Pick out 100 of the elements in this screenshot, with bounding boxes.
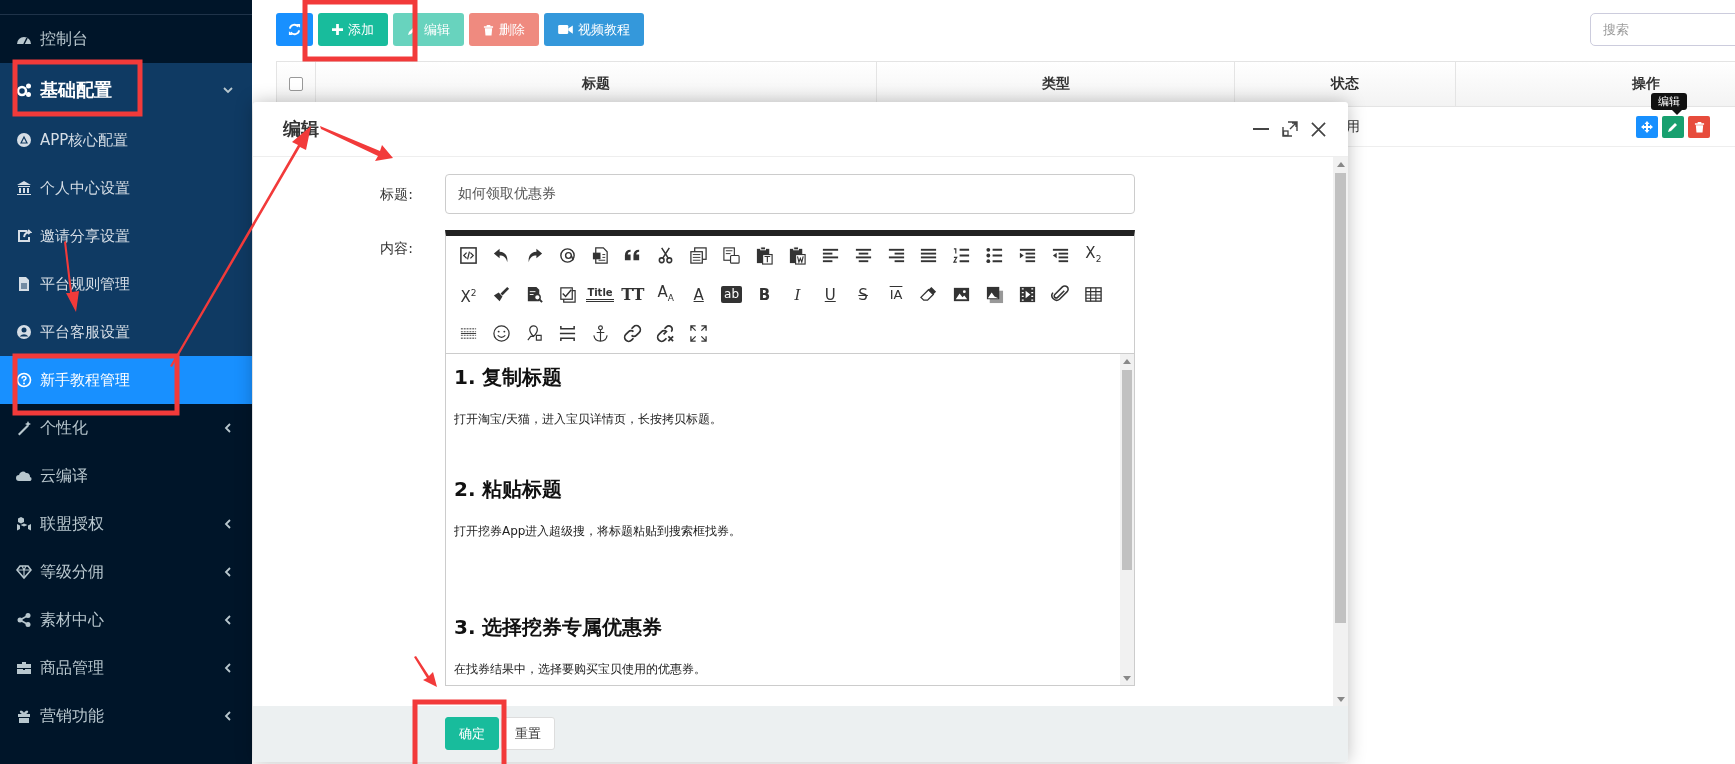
images-icon[interactable] [985,285,1005,304]
film-icon[interactable] [1018,285,1038,304]
select-all-checkbox[interactable] [289,77,303,91]
trash-icon [483,23,494,36]
sidebar-group[interactable]: 联盟授权 [0,500,252,548]
briefcase-icon [16,660,32,676]
outdent-icon[interactable] [1050,246,1070,265]
dialog-scrollbar[interactable] [1333,157,1348,706]
maximize-icon[interactable] [1282,121,1298,137]
format-tool[interactable]: U [823,284,837,305]
align-center-icon[interactable] [853,246,873,265]
format-tool[interactable]: X$_{2}$ [1084,242,1103,269]
align-left-icon[interactable] [820,246,840,265]
edit-button[interactable] [1662,115,1684,138]
chevron-left-icon [222,422,234,434]
reset-button[interactable]: 重置 [501,717,555,750]
image-icon[interactable] [952,285,972,304]
cubes-icon [16,516,32,532]
video-camera-icon [558,24,573,35]
numbered-list-icon[interactable] [952,246,972,265]
refresh-icon [288,23,301,36]
eraser-icon[interactable] [919,285,939,304]
chevron-left-icon [222,566,234,578]
format-tool[interactable]: ab [721,286,743,303]
content-paragraph: 打开淘宝/天猫，进入宝贝详情页，长按拷贝标题。 [454,411,724,428]
annotation-arrow [414,656,437,687]
code-view-icon[interactable] [458,246,478,265]
diamond-icon [16,564,32,580]
column-header[interactable]: 类型 [1041,75,1070,93]
word-document-icon[interactable] [590,246,610,265]
sidebar-item[interactable]: 个人中心设置 [0,164,252,212]
indent-icon[interactable] [1018,246,1038,265]
chevron-left-icon [222,662,234,674]
editor-scrollbar[interactable] [1120,354,1134,685]
content-paragraph: 打开挖券App进入超级搜，将标题粘贴到搜索框找券。 [454,523,743,540]
format-tool[interactable]: I [793,284,802,305]
format-tool[interactable]: S [857,284,869,305]
share-nodes-icon [16,612,32,628]
scroll-up-icon[interactable] [1123,358,1131,364]
sidebar-group[interactable]: 等级分佣 [0,548,252,596]
scroll-up-icon[interactable] [1336,161,1345,167]
link-icon[interactable] [623,324,643,343]
format-tool[interactable]: B [757,284,772,305]
at-sign-icon[interactable] [557,246,577,265]
sidebar-item[interactable]: 控制台 [0,15,252,63]
field-label: 标题: [379,185,413,204]
search-field[interactable]: 搜索 [1590,13,1735,46]
paste-icon[interactable] [722,246,742,265]
share-square-icon [16,228,32,244]
bullet-list-icon[interactable] [985,246,1005,265]
title-field[interactable]: 如何领取优惠券 [445,174,1135,214]
gift-icon [16,708,32,724]
sidebar-group[interactable]: 营销功能 [0,692,252,740]
sidebar-item[interactable]: 平台规则管理 [0,260,252,308]
checkbox-icon[interactable] [557,285,577,304]
format-tool[interactable]: IA [888,284,904,305]
format-tool[interactable]: TT [620,284,646,305]
unlink-icon[interactable] [656,324,676,343]
scroll-down-icon[interactable] [1123,675,1131,681]
format-tool[interactable]: X$^{2}$ [459,282,478,307]
field-label: 内容: [379,239,413,258]
rich-text-editor[interactable]: X$_{2}$ X$^{2}$ Title TT A$_{A}$ A ab B I U S IA 1. 复制标题 打开淘宝/天猫，进入宝贝详情页，长按拷贝标题。 2. 粘贴标题 打开挖券App进入超级搜，将标题粘贴到搜索框找券。 3. 选择挖券专属优惠券 在找券结果中，选择要购买宝贝使用的优惠券。 [445,230,1135,686]
sidebar-item[interactable]: 云编译 [0,452,252,500]
anchor-icon[interactable] [590,324,610,343]
column-header[interactable]: 状态 [1331,75,1359,93]
sidebar-group[interactable]: 商品管理 [0,644,252,692]
paste-word-icon[interactable] [787,246,807,265]
smiley-icon[interactable] [491,324,511,343]
align-right-icon[interactable] [886,246,906,265]
bank-icon [16,180,32,196]
plus-icon [332,24,343,35]
scroll-down-icon[interactable] [1336,696,1345,702]
page-break-icon[interactable] [557,324,577,343]
format-tool[interactable]: A [692,284,705,305]
paperclip-icon[interactable] [1050,285,1070,304]
align-justify-icon[interactable] [919,246,939,265]
column-header[interactable]: 标题 [582,75,610,93]
chevron-left-icon [222,518,234,530]
sidebar-item[interactable]: APP核心配置 [0,116,252,164]
table-cell: 用 [1346,117,1360,136]
paint-brush-icon[interactable] [491,285,511,304]
table-icon[interactable] [1083,285,1103,304]
format-tool[interactable]: Title [586,287,614,302]
content-heading: 2. 粘贴标题 [454,476,564,502]
sidebar-group[interactable]: 基础配置 [0,63,252,116]
column-header[interactable]: 操作 [1632,75,1660,93]
format-tool[interactable]: A$_{A}$ [656,281,675,308]
chevron-left-icon [222,614,234,626]
wand-icon [16,420,32,436]
sidebar-group[interactable]: 素材中心 [0,596,252,644]
move-button[interactable] [1636,115,1658,138]
sidebar-group[interactable]: 个性化 [0,404,252,452]
sidebar-item[interactable]: 邀请分享设置 [0,212,252,260]
delete-button[interactable] [1688,115,1710,138]
fullscreen-icon[interactable] [689,324,709,343]
paste-text-icon[interactable] [754,246,774,265]
close-icon[interactable] [1311,121,1326,137]
trash-icon [1693,120,1705,133]
sidebar-item[interactable]: 平台客服设置 [0,308,252,356]
copy-icon[interactable] [689,246,709,265]
